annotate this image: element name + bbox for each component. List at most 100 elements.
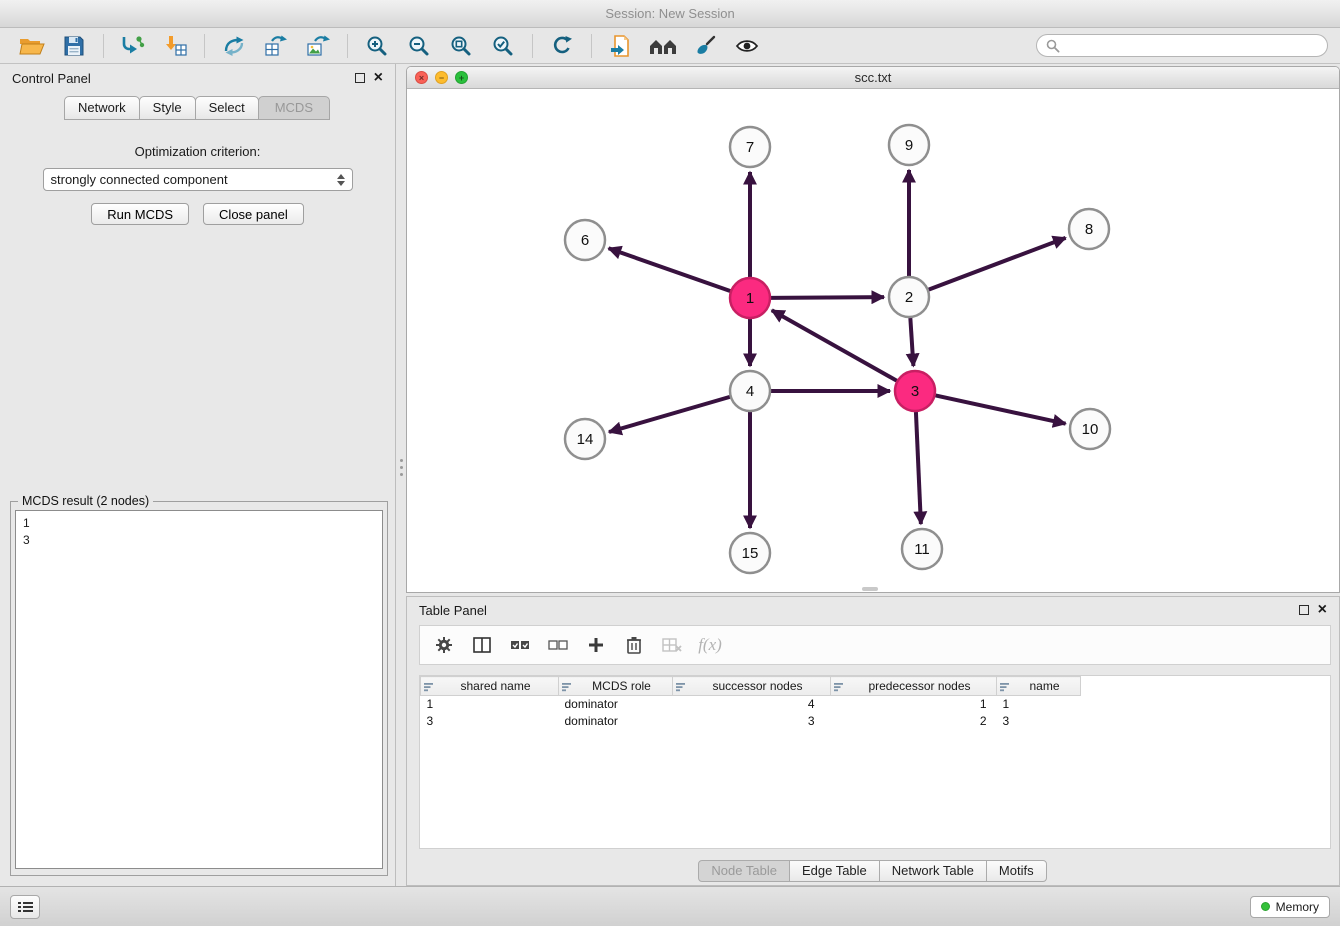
column-header-predecessor_nodes[interactable]: predecessor nodes: [831, 677, 997, 696]
graph-edge-3-10[interactable]: [936, 395, 1066, 423]
import-table-button[interactable]: [155, 31, 195, 61]
tab-select[interactable]: Select: [195, 96, 259, 120]
column-header-name[interactable]: name: [997, 677, 1081, 696]
import-network-button[interactable]: [113, 31, 153, 61]
tab-mcds[interactable]: MCDS: [258, 96, 330, 120]
graph-node-2[interactable]: 2: [889, 277, 929, 317]
network-canvas[interactable]: 7 9 6 8 1 2 4 3 14 10 15 11: [407, 89, 1339, 593]
float-table-panel-icon[interactable]: [1299, 605, 1309, 615]
zoom-out-button[interactable]: [399, 31, 439, 61]
graph-edge-4-14[interactable]: [609, 397, 730, 432]
copy-document-button[interactable]: [601, 31, 641, 61]
unselect-all-button[interactable]: [546, 632, 570, 658]
table-settings-button[interactable]: [432, 632, 456, 658]
zoom-fit-button[interactable]: [441, 31, 481, 61]
memory-status-dot: [1261, 902, 1270, 911]
run-mcds-button[interactable]: Run MCDS: [91, 203, 189, 225]
tab-node-table[interactable]: Node Table: [698, 860, 790, 882]
search-input[interactable]: [1066, 38, 1318, 53]
maximize-window-icon[interactable]: +: [455, 71, 468, 84]
export-image-button[interactable]: [298, 31, 338, 61]
open-session-button[interactable]: [12, 31, 52, 61]
cell-predecessor_nodes[interactable]: 2: [831, 713, 997, 730]
tab-edge-table[interactable]: Edge Table: [789, 860, 880, 882]
tab-motifs[interactable]: Motifs: [986, 860, 1047, 882]
control-panel: Control Panel × NetworkStyleSelectMCDS O…: [0, 64, 396, 886]
graph-node-8[interactable]: 8: [1069, 209, 1109, 249]
cell-mcds_role[interactable]: dominator: [559, 713, 673, 730]
graph-node-6[interactable]: 6: [565, 220, 605, 260]
save-session-button[interactable]: [54, 31, 94, 61]
cell-predecessor_nodes[interactable]: 1: [831, 696, 997, 713]
graph-node-9[interactable]: 9: [889, 125, 929, 165]
minimize-window-icon[interactable]: −: [435, 71, 448, 84]
network-view-window: scc.txt × − + 7968124314101511: [406, 66, 1340, 593]
svg-text:2: 2: [905, 289, 913, 306]
column-header-mcds_role[interactable]: MCDS role: [559, 677, 673, 696]
mcds-result-list[interactable]: 13: [15, 510, 383, 869]
task-history-button[interactable]: [10, 895, 40, 919]
search-box[interactable]: [1036, 34, 1328, 57]
panel-splitter-handle[interactable]: [398, 452, 404, 482]
graph-edge-1-2[interactable]: [771, 297, 884, 298]
close-panel-icon[interactable]: ×: [374, 73, 383, 83]
column-header-label: MCDS role: [592, 679, 651, 693]
graph-edge-3-1[interactable]: [772, 310, 897, 380]
add-column-button[interactable]: [584, 632, 608, 658]
column-header-successor_nodes[interactable]: successor nodes: [673, 677, 831, 696]
criterion-dropdown[interactable]: strongly connected component: [43, 168, 353, 191]
table-row[interactable]: 1dominator411: [421, 696, 1331, 713]
node-table[interactable]: shared name MCDS role successor nodesprede…: [419, 675, 1331, 849]
sort-icon: [562, 681, 572, 695]
table-toolbar: f(x): [419, 625, 1331, 665]
cell-name[interactable]: 3: [997, 713, 1081, 730]
tab-style[interactable]: Style: [139, 96, 196, 120]
graph-edge-3-11[interactable]: [916, 412, 921, 524]
cell-successor_nodes[interactable]: 4: [673, 696, 831, 713]
graph-node-1[interactable]: 1: [730, 278, 770, 318]
cell-shared_name[interactable]: 3: [421, 713, 559, 730]
zoom-selected-button[interactable]: [483, 31, 523, 61]
graph-edge-2-3[interactable]: [910, 318, 913, 366]
cell-mcds_role[interactable]: dominator: [559, 696, 673, 713]
select-all-button[interactable]: [508, 632, 532, 658]
apply-style-button[interactable]: [685, 31, 725, 61]
delete-column-button[interactable]: [622, 632, 646, 658]
float-panel-icon[interactable]: [355, 73, 365, 83]
table-row[interactable]: 3dominator323: [421, 713, 1331, 730]
graph-edge-1-6[interactable]: [609, 248, 731, 291]
graph-node-10[interactable]: 10: [1070, 409, 1110, 449]
svg-text:11: 11: [914, 541, 930, 558]
graph-node-11[interactable]: 11: [902, 529, 942, 569]
tab-network-table[interactable]: Network Table: [879, 860, 987, 882]
graph-edge-2-8[interactable]: [929, 238, 1066, 290]
close-table-panel-icon[interactable]: ×: [1318, 605, 1327, 615]
memory-button[interactable]: Memory: [1250, 896, 1330, 918]
network-graph[interactable]: 7 9 6 8 1 2 4 3 14 10 15 11: [407, 89, 1339, 593]
svg-text:15: 15: [742, 545, 759, 562]
column-header-label: shared name: [460, 679, 530, 693]
show-graphics-details-button[interactable]: [727, 31, 767, 61]
cell-successor_nodes[interactable]: 3: [673, 713, 831, 730]
new-network-button[interactable]: [214, 31, 254, 61]
refresh-view-button[interactable]: [542, 31, 582, 61]
graph-node-4[interactable]: 4: [730, 371, 770, 411]
network-home-button[interactable]: [643, 31, 683, 61]
horizontal-scrollbar-nub[interactable]: [862, 587, 878, 591]
svg-text:1: 1: [746, 290, 754, 307]
cell-shared_name[interactable]: 1: [421, 696, 559, 713]
table-panel-header: Table Panel ×: [407, 597, 1339, 623]
graph-node-7[interactable]: 7: [730, 127, 770, 167]
column-header-shared_name[interactable]: shared name: [421, 677, 559, 696]
close-panel-button[interactable]: Close panel: [203, 203, 304, 225]
show-columns-button[interactable]: [470, 632, 494, 658]
graph-node-14[interactable]: 14: [565, 419, 605, 459]
cell-name[interactable]: 1: [997, 696, 1081, 713]
tab-network[interactable]: Network: [64, 96, 140, 120]
graph-node-3[interactable]: 3: [895, 371, 935, 411]
export-table-button[interactable]: [256, 31, 296, 61]
graph-node-15[interactable]: 15: [730, 533, 770, 573]
svg-text:4: 4: [746, 383, 754, 400]
zoom-in-button[interactable]: [357, 31, 397, 61]
close-window-icon[interactable]: ×: [415, 71, 428, 84]
